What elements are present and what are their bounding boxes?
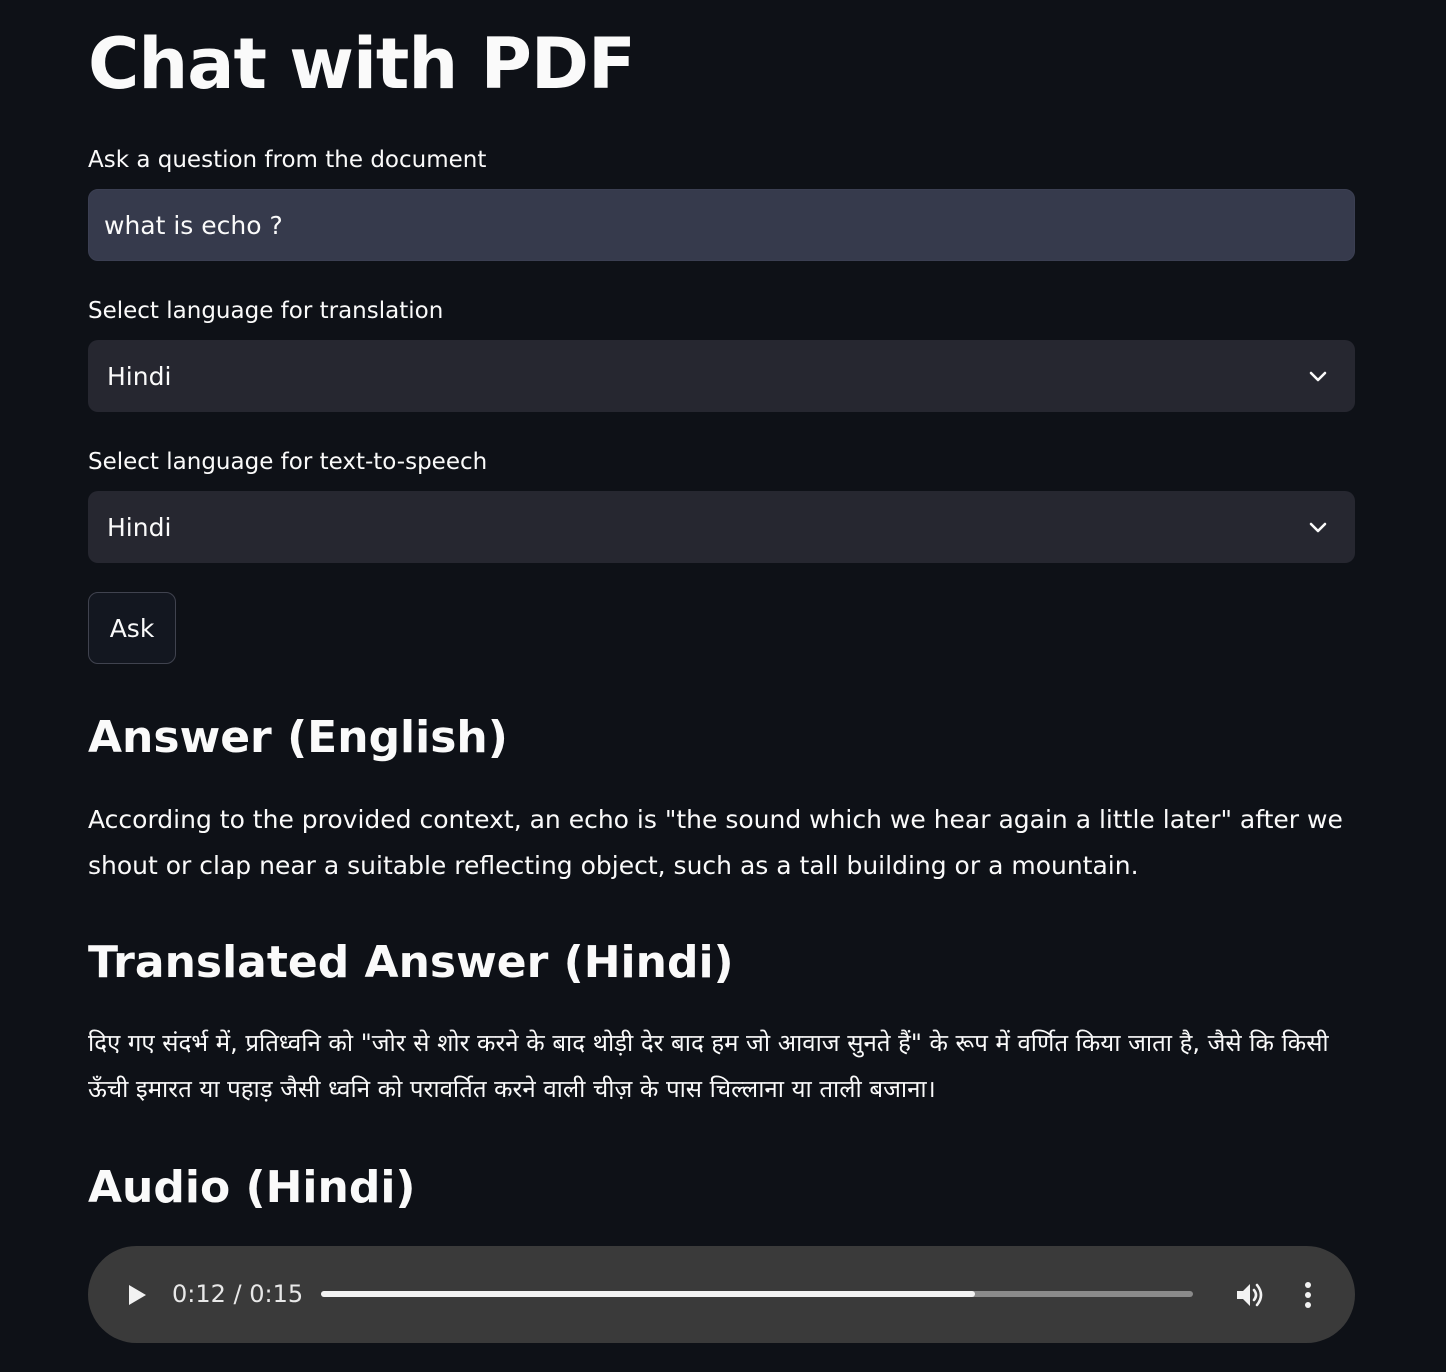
question-input[interactable] bbox=[88, 189, 1355, 261]
answer-english-text: According to the provided context, an ec… bbox=[88, 805, 1343, 880]
chevron-down-icon bbox=[1307, 365, 1329, 387]
page-title: Chat with PDF bbox=[88, 23, 636, 105]
audio-heading: Audio (Hindi) bbox=[88, 1162, 416, 1213]
translation-language-label: Select language for translation bbox=[88, 298, 444, 324]
play-icon[interactable] bbox=[124, 1282, 150, 1308]
audio-player: 0:12 / 0:15 bbox=[88, 1246, 1355, 1343]
more-vertical-icon[interactable] bbox=[1296, 1280, 1320, 1310]
app-page: Chat with PDF Ask a question from the do… bbox=[0, 0, 1446, 1372]
answer-english-heading: Answer (English) bbox=[88, 712, 508, 763]
ask-button[interactable]: Ask bbox=[88, 592, 176, 664]
audio-progress-fill bbox=[321, 1291, 975, 1297]
translation-language-select[interactable]: Hindi bbox=[88, 340, 1355, 412]
audio-progress-slider[interactable] bbox=[321, 1291, 1193, 1297]
audio-time: 0:12 / 0:15 bbox=[172, 1280, 304, 1308]
tts-language-value: Hindi bbox=[107, 512, 172, 542]
volume-icon[interactable] bbox=[1234, 1279, 1266, 1311]
tts-language-select[interactable]: Hindi bbox=[88, 491, 1355, 563]
translated-answer-text: दिए गए संदर्भ में, प्रतिध्वनि को "जोर से… bbox=[88, 1029, 1329, 1103]
chevron-down-icon bbox=[1307, 516, 1329, 538]
question-label: Ask a question from the document bbox=[88, 147, 487, 173]
tts-language-label: Select language for text-to-speech bbox=[88, 449, 488, 475]
translation-language-value: Hindi bbox=[107, 361, 172, 391]
translated-answer-heading: Translated Answer (Hindi) bbox=[88, 937, 734, 988]
